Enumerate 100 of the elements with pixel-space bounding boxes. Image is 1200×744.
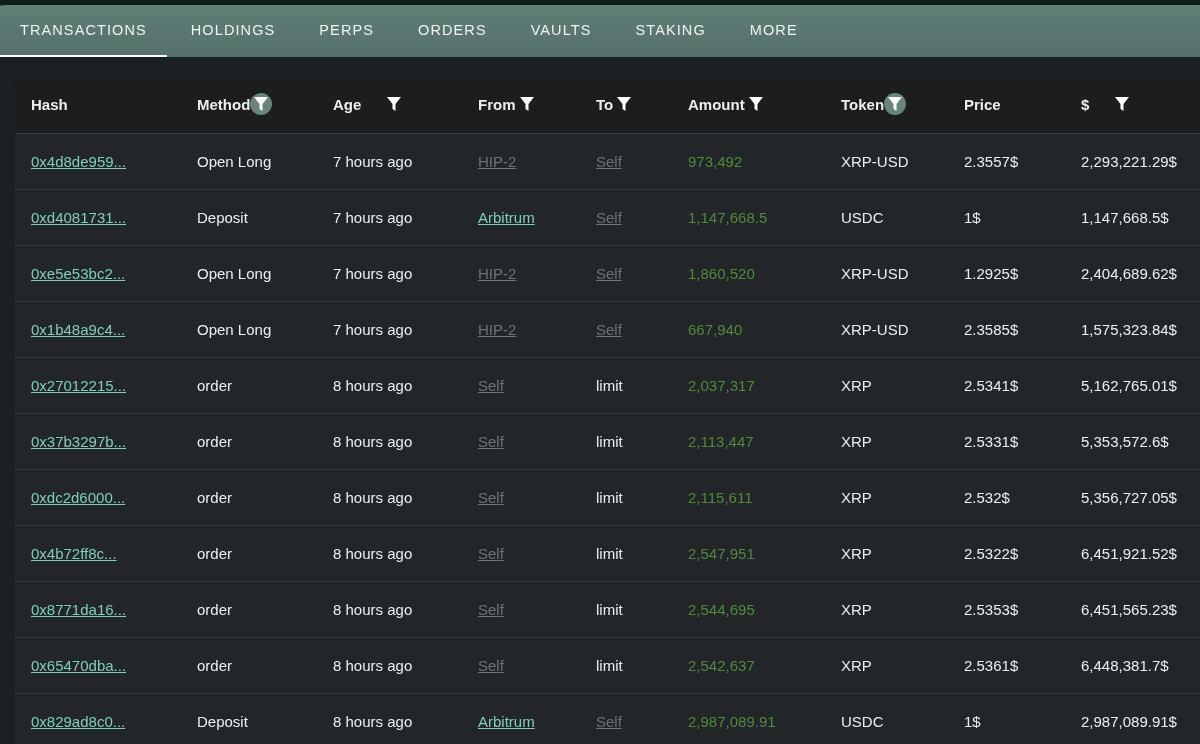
column-header[interactable]: Amount bbox=[688, 95, 745, 113]
hash-link[interactable]: 0x27012215... bbox=[31, 377, 127, 394]
age-text: 7 hours ago bbox=[333, 321, 413, 338]
method-text: order bbox=[197, 601, 233, 618]
column-header[interactable]: Hash bbox=[31, 95, 68, 113]
tab[interactable]: VAULTS bbox=[510, 5, 612, 57]
method-text: Open Long bbox=[197, 265, 272, 282]
from-link[interactable]: Arbitrum bbox=[478, 713, 535, 730]
column-header[interactable]: Token bbox=[841, 95, 885, 113]
to-text: limit bbox=[596, 433, 623, 450]
method-text: order bbox=[197, 545, 233, 562]
age-text: 8 hours ago bbox=[333, 601, 413, 618]
usd-value-text: 5,162,765.01$ bbox=[1081, 377, 1177, 394]
token-text: XRP bbox=[841, 489, 872, 506]
method-text: order bbox=[197, 657, 233, 674]
token-text: XRP bbox=[841, 601, 872, 618]
token-text: XRP-USD bbox=[841, 321, 909, 338]
usd-value-text: 1,147,668.5$ bbox=[1081, 209, 1169, 226]
amount-text: 2,987,089.91 bbox=[688, 713, 776, 730]
amount-text: 2,547,951 bbox=[688, 545, 755, 562]
token-text: XRP-USD bbox=[841, 153, 909, 170]
token-text: USDC bbox=[841, 713, 884, 730]
price-text: 2.3557$ bbox=[964, 153, 1019, 170]
age-text: 8 hours ago bbox=[333, 713, 413, 730]
column-header[interactable]: Price bbox=[964, 95, 1001, 113]
age-text: 8 hours ago bbox=[333, 377, 413, 394]
hash-link[interactable]: 0x65470dba... bbox=[31, 657, 127, 674]
hash-link[interactable]: 0xd4081731... bbox=[31, 209, 127, 226]
tab[interactable]: PERPS bbox=[299, 5, 394, 57]
tab[interactable]: MORE bbox=[729, 5, 818, 57]
to-text: limit bbox=[596, 377, 623, 394]
hash-link[interactable]: 0x8771da16... bbox=[31, 601, 127, 618]
hash-link[interactable]: 0xe5e53bc2... bbox=[31, 265, 126, 282]
token-text: USDC bbox=[841, 209, 884, 226]
method-text: Deposit bbox=[197, 713, 248, 730]
usd-value-text: 5,353,572.6$ bbox=[1081, 433, 1169, 450]
filter-icon[interactable] bbox=[250, 93, 273, 115]
usd-value-text: 6,448,381.7$ bbox=[1081, 657, 1169, 674]
token-text: XRP bbox=[841, 545, 872, 562]
from-link[interactable]: Arbitrum bbox=[478, 209, 535, 226]
filter-icon[interactable] bbox=[884, 93, 907, 115]
method-text: order bbox=[197, 489, 233, 506]
age-text: 7 hours ago bbox=[333, 209, 413, 226]
price-text: 2.5353$ bbox=[964, 601, 1019, 618]
amount-text: 973,492 bbox=[688, 153, 743, 170]
amount-text: 2,542,637 bbox=[688, 657, 755, 674]
price-text: 2.5322$ bbox=[964, 545, 1019, 562]
column-header[interactable]: To bbox=[596, 95, 614, 113]
token-text: XRP bbox=[841, 433, 872, 450]
column-header[interactable]: Age bbox=[333, 95, 362, 113]
amount-text: 2,544,695 bbox=[688, 601, 755, 618]
amount-text: 2,037,317 bbox=[688, 377, 755, 394]
amount-text: 1,860,520 bbox=[688, 265, 755, 282]
price-text: 2.3585$ bbox=[964, 321, 1019, 338]
price-text: 1.2925$ bbox=[964, 265, 1019, 282]
price-text: 2.5341$ bbox=[964, 377, 1019, 394]
method-text: Deposit bbox=[197, 209, 248, 226]
method-text: order bbox=[197, 377, 233, 394]
age-text: 7 hours ago bbox=[333, 153, 413, 170]
usd-value-text: 2,404,689.62$ bbox=[1081, 265, 1177, 282]
age-text: 8 hours ago bbox=[333, 433, 413, 450]
usd-value-text: 5,356,727.05$ bbox=[1081, 489, 1177, 506]
column-header[interactable]: From bbox=[478, 95, 516, 113]
price-text: 1$ bbox=[964, 713, 981, 730]
column-header[interactable]: Method bbox=[197, 95, 251, 113]
method-text: order bbox=[197, 433, 233, 450]
price-text: 2.532$ bbox=[964, 489, 1010, 506]
amount-text: 1,147,668.5 bbox=[688, 209, 768, 226]
method-text: Open Long bbox=[197, 153, 272, 170]
hash-link[interactable]: 0xdc2d6000... bbox=[31, 489, 126, 506]
tab[interactable]: TRANSACTIONS bbox=[0, 5, 167, 57]
token-text: XRP bbox=[841, 377, 872, 394]
usd-value-text: 2,293,221.29$ bbox=[1081, 153, 1177, 170]
hash-link[interactable]: 0x37b3297b... bbox=[31, 433, 127, 450]
price-text: 1$ bbox=[964, 209, 981, 226]
tab[interactable]: ORDERS bbox=[398, 5, 507, 57]
tab[interactable]: HOLDINGS bbox=[170, 5, 296, 57]
token-text: XRP-USD bbox=[841, 265, 909, 282]
age-text: 8 hours ago bbox=[333, 545, 413, 562]
to-text: limit bbox=[596, 657, 623, 674]
usd-value-text: 6,451,921.52$ bbox=[1081, 545, 1177, 562]
column-header[interactable]: $ bbox=[1081, 95, 1090, 113]
price-text: 2.5331$ bbox=[964, 433, 1019, 450]
hash-link[interactable]: 0x829ad8c0... bbox=[31, 713, 126, 730]
method-text: Open Long bbox=[197, 321, 272, 338]
usd-value-text: 1,575,323.84$ bbox=[1081, 321, 1177, 338]
to-text: limit bbox=[596, 601, 623, 618]
tab[interactable]: STAKING bbox=[615, 5, 726, 57]
hash-link[interactable]: 0x4b72ff8c... bbox=[31, 545, 117, 562]
token-text: XRP bbox=[841, 657, 872, 674]
age-text: 7 hours ago bbox=[333, 265, 413, 282]
usd-value-text: 6,451,565.23$ bbox=[1081, 601, 1177, 618]
amount-text: 667,940 bbox=[688, 321, 743, 338]
age-text: 8 hours ago bbox=[333, 489, 413, 506]
hash-link[interactable]: 0x1b48a9c4... bbox=[31, 321, 126, 338]
hash-link[interactable]: 0x4d8de959... bbox=[31, 153, 127, 170]
amount-text: 2,115,611 bbox=[688, 489, 753, 506]
usd-value-text: 2,987,089.91$ bbox=[1081, 713, 1177, 730]
to-text: limit bbox=[596, 545, 623, 562]
to-text: limit bbox=[596, 489, 623, 506]
